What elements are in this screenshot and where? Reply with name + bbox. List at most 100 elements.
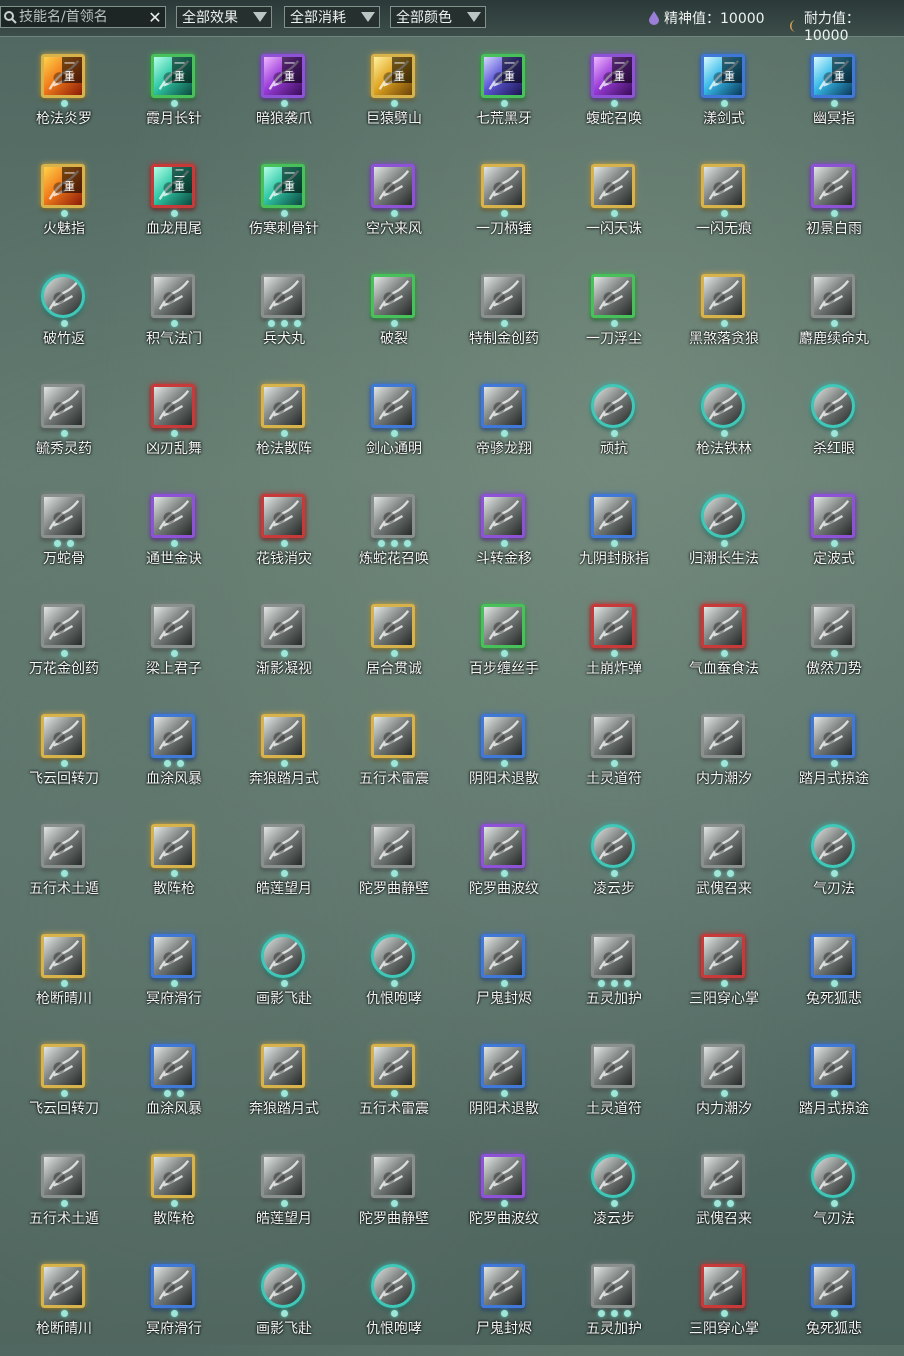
skill-icon[interactable] xyxy=(41,934,85,978)
skill-card[interactable]: 兵犬丸 xyxy=(229,256,339,366)
skill-card[interactable]: 三阳穿心掌 xyxy=(669,916,779,1026)
skill-icon[interactable]: 二重 xyxy=(151,164,195,208)
skill-icon[interactable] xyxy=(151,1154,195,1198)
skill-icon[interactable] xyxy=(41,274,85,318)
skill-card[interactable]: 踏月式掠途 xyxy=(779,696,889,806)
skill-icon[interactable] xyxy=(371,274,415,318)
skill-card[interactable]: 麝鹿续命丸 xyxy=(779,256,889,366)
skill-card[interactable]: 万蛇骨 xyxy=(9,476,119,586)
skill-card[interactable]: 兔死狐悲 xyxy=(779,1246,889,1356)
skill-card[interactable]: 五行术雷震 xyxy=(339,1026,449,1136)
skill-icon[interactable] xyxy=(481,1044,525,1088)
skill-card[interactable]: 土崩炸弹 xyxy=(559,586,669,696)
skill-card[interactable]: 仇恨咆哮 xyxy=(339,1246,449,1356)
skill-card[interactable]: 枪法散阵 xyxy=(229,366,339,476)
skill-card[interactable]: 陀罗曲波纹 xyxy=(449,806,559,916)
skill-icon[interactable] xyxy=(41,824,85,868)
skill-card[interactable]: 初景白雨 xyxy=(779,146,889,256)
skill-icon[interactable]: 一重 xyxy=(811,54,855,98)
skill-icon[interactable] xyxy=(151,824,195,868)
skill-icon[interactable] xyxy=(701,1264,745,1308)
skill-icon[interactable] xyxy=(261,384,305,428)
skill-icon[interactable] xyxy=(811,1044,855,1088)
skill-card[interactable]: 奔狼踏月式 xyxy=(229,1026,339,1136)
skill-icon[interactable]: 一重 xyxy=(151,54,195,98)
skill-card[interactable]: 五行术土遁 xyxy=(9,1136,119,1246)
skill-icon[interactable] xyxy=(591,1264,635,1308)
skill-card[interactable]: 一重 幽冥指 xyxy=(779,36,889,146)
skill-card[interactable]: 陀罗曲波纹 xyxy=(449,1136,559,1246)
skill-icon[interactable] xyxy=(811,714,855,758)
skill-icon[interactable] xyxy=(701,604,745,648)
skill-icon[interactable] xyxy=(811,164,855,208)
skill-icon[interactable] xyxy=(261,824,305,868)
skill-icon[interactable]: 一重 xyxy=(41,54,85,98)
skill-icon[interactable] xyxy=(591,274,635,318)
skill-icon[interactable] xyxy=(811,274,855,318)
skill-icon[interactable] xyxy=(41,1154,85,1198)
skill-icon[interactable] xyxy=(591,1044,635,1088)
skill-icon[interactable] xyxy=(261,714,305,758)
cost-filter-dropdown[interactable]: 全部消耗 xyxy=(284,6,380,28)
skill-icon[interactable] xyxy=(481,274,525,318)
skill-card[interactable]: 一刀柄锤 xyxy=(449,146,559,256)
skill-card[interactable]: 内力潮汐 xyxy=(669,1026,779,1136)
skill-card[interactable]: 武傀召来 xyxy=(669,1136,779,1246)
skill-icon[interactable] xyxy=(261,934,305,978)
skill-card[interactable]: 一重 漾剑式 xyxy=(669,36,779,146)
skill-icon[interactable] xyxy=(811,494,855,538)
skill-icon[interactable] xyxy=(591,714,635,758)
skill-card[interactable]: 血涂风暴 xyxy=(119,696,229,806)
skill-card[interactable]: 顽抗 xyxy=(559,366,669,476)
skill-icon[interactable] xyxy=(701,494,745,538)
skill-card[interactable]: 居合贯诚 xyxy=(339,586,449,696)
skill-icon[interactable]: 一重 xyxy=(701,54,745,98)
skill-icon[interactable] xyxy=(591,1154,635,1198)
skill-icon[interactable] xyxy=(481,604,525,648)
skill-icon[interactable] xyxy=(811,824,855,868)
skill-card[interactable]: 五行术雷震 xyxy=(339,696,449,806)
skill-icon[interactable] xyxy=(151,1044,195,1088)
skill-card[interactable]: 画影飞赴 xyxy=(229,1246,339,1356)
skill-icon[interactable] xyxy=(41,714,85,758)
skill-card[interactable]: 一重 伤寒刺骨针 xyxy=(229,146,339,256)
skill-card[interactable]: 踏月式掠途 xyxy=(779,1026,889,1136)
skill-icon[interactable] xyxy=(371,714,415,758)
skill-icon[interactable] xyxy=(261,1264,305,1308)
skill-card[interactable]: 九阴封脉指 xyxy=(559,476,669,586)
skill-card[interactable]: 破裂 xyxy=(339,256,449,366)
skill-icon[interactable] xyxy=(371,1154,415,1198)
skill-icon[interactable] xyxy=(811,1154,855,1198)
skill-card[interactable]: 一重 暗狼袭爪 xyxy=(229,36,339,146)
skill-icon[interactable] xyxy=(151,274,195,318)
skill-card[interactable]: 奔狼踏月式 xyxy=(229,696,339,806)
skill-icon[interactable] xyxy=(261,1154,305,1198)
skill-card[interactable]: 尸鬼封烬 xyxy=(449,1246,559,1356)
skill-card[interactable]: 杀红眼 xyxy=(779,366,889,476)
skill-icon[interactable] xyxy=(701,274,745,318)
skill-icon[interactable] xyxy=(371,934,415,978)
skill-icon[interactable] xyxy=(151,1264,195,1308)
skill-card[interactable]: 一重 霞月长针 xyxy=(119,36,229,146)
skill-icon[interactable] xyxy=(481,934,525,978)
skill-card[interactable]: 陀罗曲静壁 xyxy=(339,1136,449,1246)
skill-icon[interactable]: 一重 xyxy=(371,54,415,98)
skill-icon[interactable] xyxy=(151,934,195,978)
skill-card[interactable]: 黑煞落贪狼 xyxy=(669,256,779,366)
skill-card[interactable]: 皓莲望月 xyxy=(229,806,339,916)
skill-icon[interactable]: 一重 xyxy=(261,164,305,208)
skill-icon[interactable] xyxy=(811,934,855,978)
skill-card[interactable]: 陀罗曲静壁 xyxy=(339,806,449,916)
effect-filter-dropdown[interactable]: 全部效果 xyxy=(176,6,272,28)
skill-card[interactable]: 通世金诀 xyxy=(119,476,229,586)
skill-card[interactable]: 剑心通明 xyxy=(339,366,449,476)
skill-icon[interactable] xyxy=(41,604,85,648)
skill-icon[interactable] xyxy=(371,1044,415,1088)
skill-card[interactable]: 气刃法 xyxy=(779,806,889,916)
skill-icon[interactable] xyxy=(371,164,415,208)
skill-icon[interactable] xyxy=(371,824,415,868)
skill-icon[interactable] xyxy=(371,604,415,648)
search-input[interactable] xyxy=(19,9,145,25)
skill-icon[interactable] xyxy=(701,164,745,208)
skill-icon[interactable] xyxy=(371,384,415,428)
